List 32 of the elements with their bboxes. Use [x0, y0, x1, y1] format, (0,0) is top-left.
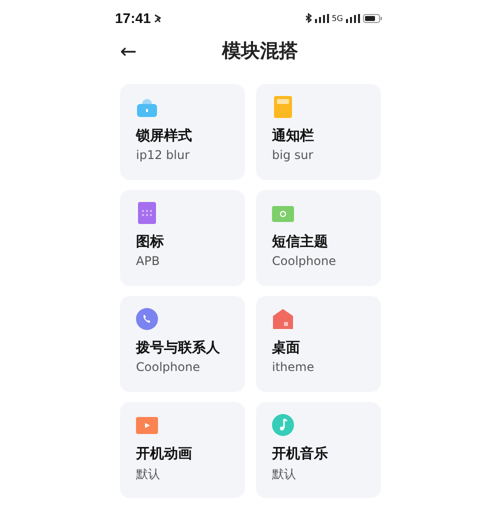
module-name: 短信主题 — [272, 233, 328, 251]
module-name: 桌面 — [272, 339, 300, 357]
signal-icon — [314, 14, 329, 22]
module-card[interactable]: 图标 APB — [120, 190, 245, 286]
battery-icon — [363, 14, 382, 22]
module-value: 默认 — [136, 466, 160, 483]
module-value: Coolphone — [136, 360, 200, 374]
module-name: 锁屏样式 — [136, 127, 192, 145]
signal-icon — [346, 14, 360, 22]
module-value: 默认 — [272, 466, 296, 483]
module-card[interactable]: 短信主题 Coolphone — [256, 190, 381, 286]
module-value: APB — [136, 254, 160, 268]
module-value: Coolphone — [272, 254, 336, 268]
module-card[interactable]: 开机音乐 默认 — [256, 402, 381, 498]
bluetooth-icon — [304, 13, 312, 23]
module-card[interactable]: 拨号与联系人 Coolphone — [120, 296, 245, 392]
module-card[interactable]: 锁屏样式 ip12 blur — [120, 84, 245, 180]
module-card[interactable]: 通知栏 big sur — [256, 84, 381, 180]
network-label: 5G — [332, 14, 343, 22]
module-value: big sur — [272, 148, 314, 162]
status-time: 17:41 — [115, 10, 151, 26]
back-button[interactable]: ← — [112, 39, 145, 63]
module-name: 图标 — [136, 233, 164, 251]
module-name: 拨号与联系人 — [136, 339, 220, 357]
module-name: 通知栏 — [272, 127, 314, 145]
module-value: itheme — [272, 360, 314, 374]
module-value: ip12 blur — [136, 148, 190, 162]
module-name: 开机音乐 — [272, 445, 328, 463]
module-card[interactable]: 桌面 itheme — [256, 296, 381, 392]
module-card[interactable]: 开机动画 默认 — [120, 402, 245, 498]
page-title: 模块混搭 — [220, 39, 299, 64]
module-name: 开机动画 — [136, 445, 192, 463]
